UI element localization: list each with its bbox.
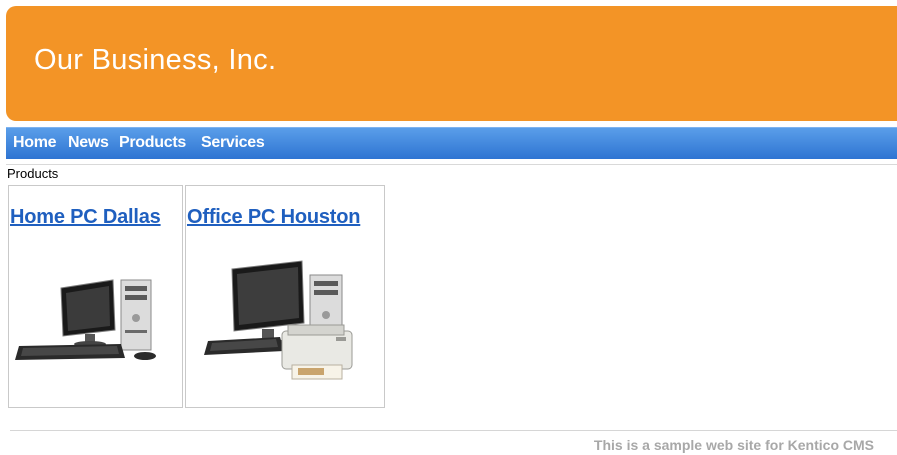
product-link-home-pc-dallas[interactable]: Home PC Dallas [10, 206, 161, 229]
breadcrumb: Products [7, 166, 59, 181]
nav-item-home[interactable]: Home [13, 134, 57, 152]
product-link-office-pc-houston[interactable]: Office PC Houston [187, 206, 360, 229]
footer-text: This is a sample web site for Kentico CM… [593, 437, 874, 453]
nav-item-news[interactable]: News [68, 134, 109, 152]
footer-divider [10, 430, 897, 431]
nav-item-products[interactable]: Products [119, 134, 186, 152]
computer-printer-image [204, 260, 353, 380]
computer-image [15, 279, 156, 360]
divider [6, 164, 897, 165]
product-card-office-pc-houston[interactable]: Office PC Houston [185, 185, 385, 408]
main-nav: Home News Products Services [6, 127, 897, 159]
site-header: Our Business, Inc. [6, 6, 897, 121]
nav-item-services[interactable]: Services [201, 134, 265, 152]
site-title: Our Business, Inc. [34, 44, 277, 76]
product-card-home-pc-dallas[interactable]: Home PC Dallas [8, 185, 183, 408]
